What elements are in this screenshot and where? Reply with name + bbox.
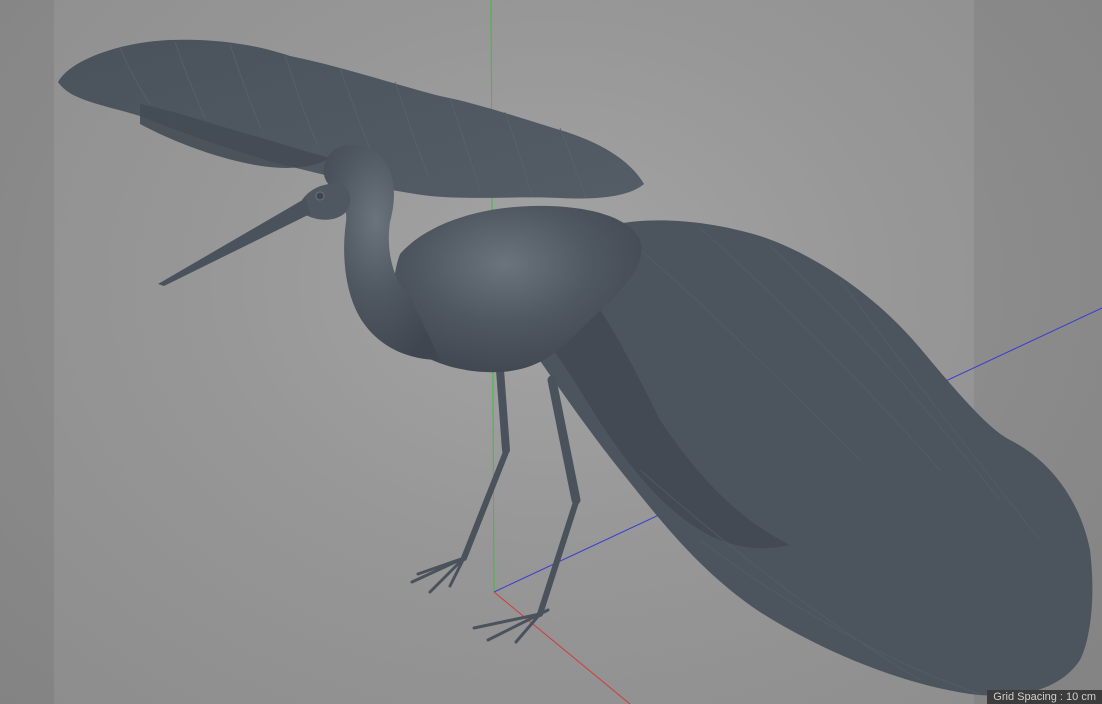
x-axis-line (493, 591, 631, 704)
beak (158, 198, 310, 286)
eye (315, 191, 325, 201)
scene-canvas[interactable] (0, 0, 1102, 704)
grid-spacing-readout: Grid Spacing : 10 cm (987, 690, 1102, 704)
left-leg[interactable] (410, 366, 510, 594)
3d-viewport[interactable]: Grid Spacing : 10 cm (0, 0, 1102, 704)
right-leg[interactable] (472, 375, 581, 644)
